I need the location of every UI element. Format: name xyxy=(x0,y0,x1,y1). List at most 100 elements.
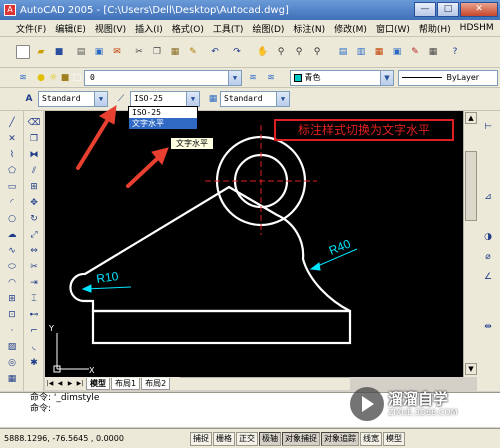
pan-icon[interactable]: ✋ xyxy=(256,45,270,59)
new-file-icon[interactable] xyxy=(16,45,30,59)
minimize-button[interactable]: — xyxy=(414,2,436,17)
quickcalc-icon[interactable]: ▦ xyxy=(426,45,440,59)
ellipse-icon[interactable]: ⬭ xyxy=(5,261,19,273)
dim-style-icon[interactable]: ⟋ xyxy=(114,92,128,106)
dimension-aligned-icon[interactable]: ⊿ xyxy=(481,191,495,203)
move-icon[interactable]: ✥ xyxy=(27,197,41,209)
tab-layout2[interactable]: 布局2 xyxy=(141,377,171,390)
print-icon[interactable]: ▤ xyxy=(74,45,88,59)
menu-file[interactable]: 文件(F) xyxy=(16,22,46,35)
trim-icon[interactable]: ✂ xyxy=(27,261,41,273)
copy-object-icon[interactable]: ❐ xyxy=(27,133,41,145)
array-icon[interactable]: ⊞ xyxy=(27,181,41,193)
redo-icon[interactable]: ↷ xyxy=(230,45,244,59)
scroll-down-icon[interactable]: ▼ xyxy=(465,363,477,375)
mirror-icon[interactable]: ⧓ xyxy=(27,149,41,161)
menu-format[interactable]: 格式(O) xyxy=(172,22,204,35)
arc-icon[interactable]: ◜ xyxy=(5,197,19,209)
tab-last-icon[interactable]: ▶| xyxy=(75,380,85,387)
rectangle-icon[interactable]: ▭ xyxy=(5,181,19,193)
markup-icon[interactable]: ✎ xyxy=(408,45,422,59)
make-current-icon[interactable]: ≋ xyxy=(246,71,260,85)
dim-style-combo[interactable]: ISO-25 ▼ xyxy=(130,91,200,107)
rotate-icon[interactable]: ↻ xyxy=(27,213,41,225)
zoom-previous-icon[interactable]: ⚲ xyxy=(310,45,324,59)
extend-icon[interactable]: ⇥ xyxy=(27,277,41,289)
zoom-window-icon[interactable]: ⚲ xyxy=(292,45,306,59)
dimension-linear-icon[interactable]: ⊢ xyxy=(481,121,495,133)
status-polar-button[interactable]: 极轴 xyxy=(259,431,281,446)
construction-line-icon[interactable]: ✕ xyxy=(5,133,19,145)
fillet-icon[interactable]: ◟ xyxy=(27,341,41,353)
status-lineweight-button[interactable]: 线宽 xyxy=(360,431,382,446)
table-icon[interactable]: ▦ xyxy=(5,373,19,385)
break-icon[interactable]: ⌶ xyxy=(27,293,41,305)
design-center-icon[interactable]: ▥ xyxy=(354,45,368,59)
help-icon[interactable]: ? xyxy=(448,45,462,59)
erase-icon[interactable]: ⌫ xyxy=(27,117,41,129)
explode-icon[interactable]: ✱ xyxy=(27,357,41,369)
sheet-set-icon[interactable]: ▣ xyxy=(390,45,404,59)
chevron-down-icon[interactable]: ▼ xyxy=(94,92,107,106)
quick-dimension-icon[interactable]: ⇹ xyxy=(481,321,495,333)
polygon-icon[interactable]: ⬠ xyxy=(5,165,19,177)
table-style-icon[interactable]: ▦ xyxy=(206,92,220,106)
open-file-icon[interactable]: ▰ xyxy=(34,45,48,59)
dropdown-option-iso25[interactable]: ISO-25 xyxy=(129,107,197,118)
status-grid-button[interactable]: 栅格 xyxy=(213,431,235,446)
tab-prev-icon[interactable]: ◀ xyxy=(55,380,65,387)
status-osnap-button[interactable]: 对象捕捉 xyxy=(282,431,320,446)
tool-palettes-icon[interactable]: ▦ xyxy=(372,45,386,59)
insert-block-icon[interactable]: ⊞ xyxy=(5,293,19,305)
cut-icon[interactable]: ✂ xyxy=(132,45,146,59)
tab-model[interactable]: 模型 xyxy=(86,377,110,390)
offset-icon[interactable]: ⫽ xyxy=(27,165,41,177)
tab-first-icon[interactable]: |◀ xyxy=(45,380,55,387)
join-icon[interactable]: ⊷ xyxy=(27,309,41,321)
text-style-combo[interactable]: Standard ▼ xyxy=(38,91,108,107)
scroll-thumb[interactable] xyxy=(465,151,477,221)
menu-edit[interactable]: 编辑(E) xyxy=(55,22,86,35)
chevron-down-icon[interactable]: ▼ xyxy=(186,92,199,106)
drawing-canvas[interactable]: R10 R40 Y X xyxy=(45,111,463,377)
circle-icon[interactable]: ○ xyxy=(5,213,19,225)
scale-icon[interactable]: ⤢ xyxy=(27,229,41,241)
layer-manager-icon[interactable]: ≋ xyxy=(16,71,30,85)
make-block-icon[interactable]: ⊡ xyxy=(5,309,19,321)
linetype-combo[interactable]: ByLayer xyxy=(398,70,498,86)
dropdown-option-text-horizontal[interactable]: 文字水平 xyxy=(129,118,197,129)
status-otrack-button[interactable]: 对象追踪 xyxy=(321,431,359,446)
polyline-icon[interactable]: ⌇ xyxy=(5,149,19,161)
copy-icon[interactable]: ❐ xyxy=(150,45,164,59)
menu-hdshm[interactable]: HDSHM xyxy=(460,23,494,33)
layer-combo[interactable]: 0 ▼ xyxy=(84,70,242,86)
status-snap-button[interactable]: 捕捉 xyxy=(190,431,212,446)
maximize-button[interactable]: □ xyxy=(437,2,459,17)
menu-modify[interactable]: 修改(M) xyxy=(334,22,367,35)
chevron-down-icon[interactable]: ▼ xyxy=(276,92,289,106)
scroll-up-icon[interactable]: ▲ xyxy=(465,112,477,124)
layer-previous-icon[interactable]: ≋ xyxy=(264,71,278,85)
menu-view[interactable]: 视图(V) xyxy=(95,22,126,35)
preview-icon[interactable]: ▣ xyxy=(92,45,106,59)
close-button[interactable]: ✕ xyxy=(460,2,498,17)
tab-layout1[interactable]: 布局1 xyxy=(111,377,141,390)
menu-tools[interactable]: 工具(T) xyxy=(213,22,244,35)
undo-icon[interactable]: ↶ xyxy=(208,45,222,59)
menu-dimension[interactable]: 标注(N) xyxy=(293,22,325,35)
tab-next-icon[interactable]: ▶ xyxy=(65,380,75,387)
paste-icon[interactable]: ▦ xyxy=(168,45,182,59)
spline-icon[interactable]: ∿ xyxy=(5,245,19,257)
dimension-diameter-icon[interactable]: ⌀ xyxy=(481,251,495,263)
revision-cloud-icon[interactable]: ☁ xyxy=(5,229,19,241)
publish-icon[interactable]: ✉ xyxy=(110,45,124,59)
ellipse-arc-icon[interactable]: ◠ xyxy=(5,277,19,289)
menu-insert[interactable]: 插入(I) xyxy=(135,22,163,35)
vertical-scrollbar[interactable]: ▲ ▼ xyxy=(463,111,477,377)
autocad-app-icon[interactable]: A xyxy=(4,4,16,16)
point-icon[interactable]: · xyxy=(5,325,19,337)
properties-icon[interactable]: ▤ xyxy=(336,45,350,59)
status-ortho-button[interactable]: 正交 xyxy=(236,431,258,446)
table-style-combo[interactable]: Standard ▼ xyxy=(220,91,290,107)
dimension-angular-icon[interactable]: ∠ xyxy=(481,271,495,283)
